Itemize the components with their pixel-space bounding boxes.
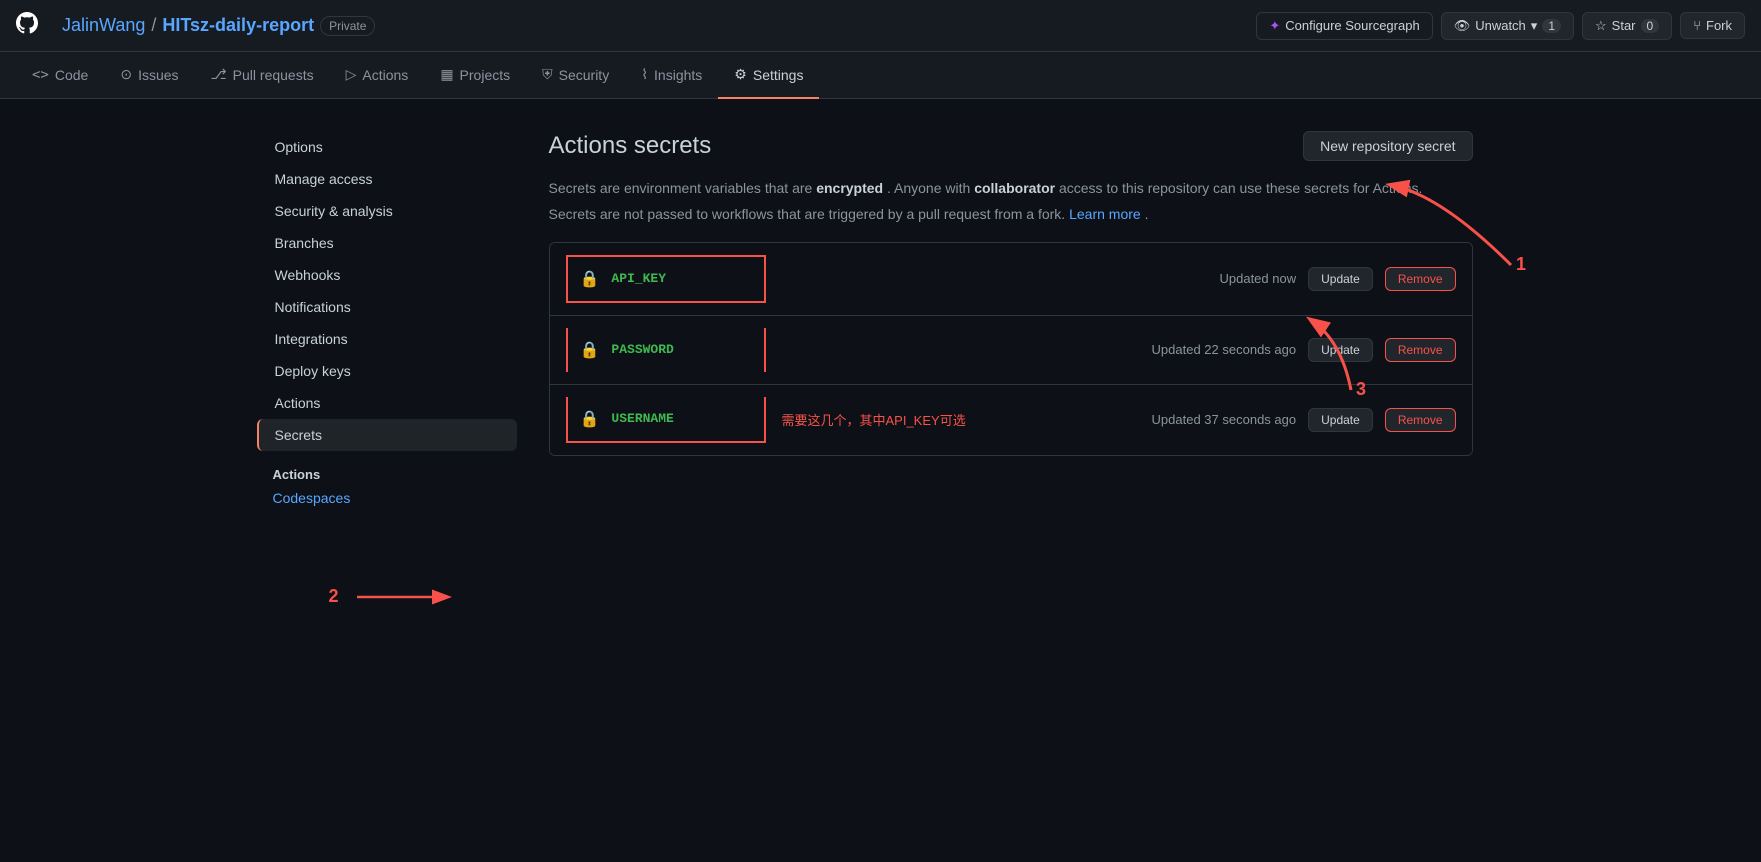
remove-password-button[interactable]: Remove xyxy=(1385,338,1456,362)
private-badge: Private xyxy=(320,16,375,36)
tab-issues[interactable]: ⊙ Issues xyxy=(104,52,194,99)
star-count: 0 xyxy=(1641,19,1660,33)
sidebar-item-actions[interactable]: Actions xyxy=(257,387,517,419)
description-line1: Secrets are environment variables that a… xyxy=(549,177,1473,199)
unwatch-button[interactable]: 👁 Unwatch ▾ 1 xyxy=(1441,12,1574,40)
repo-name[interactable]: HITsz-daily-report xyxy=(162,15,314,36)
learn-more-link[interactable]: Learn more xyxy=(1069,206,1141,222)
tab-security[interactable]: ⛨ Security xyxy=(526,52,625,99)
actions-icon: ▷ xyxy=(346,66,357,83)
topbar-actions: ✦ Configure Sourcegraph 👁 Unwatch ▾ 1 ☆ … xyxy=(1256,12,1745,40)
description-line2: Secrets are not passed to workflows that… xyxy=(549,203,1473,225)
new-repository-secret-button[interactable]: New repository secret xyxy=(1303,131,1472,161)
secret-meta-password: Updated 22 seconds ago Update Remove xyxy=(1152,338,1456,362)
unwatch-count: 1 xyxy=(1542,19,1561,33)
fork-icon: ⑂ xyxy=(1693,18,1701,33)
arrow-2-icon xyxy=(347,582,467,612)
star-icon: ☆ xyxy=(1595,18,1607,34)
page-description: Secrets are environment variables that a… xyxy=(549,177,1473,226)
sidebar-item-webhooks[interactable]: Webhooks xyxy=(257,259,517,291)
update-password-button[interactable]: Update xyxy=(1308,338,1373,362)
tab-insights[interactable]: ⌇ Insights xyxy=(625,52,718,99)
page-title-row: Actions secrets New repository secret xyxy=(549,131,1473,161)
sidebar-actions-section: Actions xyxy=(257,451,517,486)
secret-name-username: USERNAME xyxy=(611,411,731,426)
issues-icon: ⊙ xyxy=(120,66,132,83)
insights-icon: ⌇ xyxy=(641,66,648,83)
page-title-text: Actions secrets xyxy=(549,132,712,160)
sourcegraph-icon: ✦ xyxy=(1269,18,1280,34)
secret-name-api-key: API_KEY xyxy=(611,271,731,286)
remove-api-key-button[interactable]: Remove xyxy=(1385,267,1456,291)
pull-requests-icon: ⎇ xyxy=(211,66,227,83)
secret-updated-username: Updated 37 seconds ago xyxy=(1152,412,1297,427)
sidebar-codespaces-link[interactable]: Codespaces xyxy=(257,486,517,510)
secrets-section: 🔒 API_KEY Updated now Update Remove 🔒 PA… xyxy=(549,242,1473,456)
main-content: Actions secrets New repository secret Se… xyxy=(517,131,1505,510)
tab-pull-requests[interactable]: ⎇ Pull requests xyxy=(195,52,330,99)
sidebar-item-security-analysis[interactable]: Security & analysis xyxy=(257,195,517,227)
fork-button[interactable]: ⑂ Fork xyxy=(1680,12,1745,39)
secret-name-highlighted: 🔒 API_KEY xyxy=(566,255,766,303)
secrets-table: 🔒 API_KEY Updated now Update Remove 🔒 PA… xyxy=(549,242,1473,456)
nav-tabs: <> Code ⊙ Issues ⎇ Pull requests ▷ Actio… xyxy=(0,52,1761,99)
lock-icon-username: 🔒 xyxy=(580,409,600,429)
secret-meta-api-key: Updated now Update Remove xyxy=(1219,267,1455,291)
secret-updated-api-key: Updated now xyxy=(1219,271,1296,286)
code-icon: <> xyxy=(32,67,49,83)
star-button[interactable]: ☆ Star 0 xyxy=(1582,12,1672,40)
eye-icon: 👁 xyxy=(1454,18,1471,34)
lock-icon-api-key: 🔒 xyxy=(580,269,600,289)
settings-icon: ⚙ xyxy=(734,66,747,83)
topbar: JalinWang / HITsz-daily-report Private ✦… xyxy=(0,0,1761,52)
update-api-key-button[interactable]: Update xyxy=(1308,267,1373,291)
configure-sourcegraph-button[interactable]: ✦ Configure Sourcegraph xyxy=(1256,12,1432,40)
sidebar-item-options[interactable]: Options xyxy=(257,131,517,163)
unwatch-dropdown-icon: ▾ xyxy=(1531,18,1538,34)
sidebar-item-manage-access[interactable]: Manage access xyxy=(257,163,517,195)
remove-username-button[interactable]: Remove xyxy=(1385,408,1456,432)
tab-projects[interactable]: ▦ Projects xyxy=(424,52,526,99)
sidebar: Options Manage access Security & analysi… xyxy=(257,131,517,510)
security-icon: ⛨ xyxy=(542,66,553,83)
secret-row-api-key: 🔒 API_KEY Updated now Update Remove xyxy=(550,243,1472,316)
sidebar-item-integrations[interactable]: Integrations xyxy=(257,323,517,355)
svg-text:1: 1 xyxy=(1516,254,1526,274)
tab-actions[interactable]: ▷ Actions xyxy=(330,52,425,99)
secret-row-password: 🔒 PASSWORD Updated 22 seconds ago Update… xyxy=(550,316,1472,385)
secret-meta-username: Updated 37 seconds ago Update Remove xyxy=(1152,408,1456,432)
sidebar-item-branches[interactable]: Branches xyxy=(257,227,517,259)
repo-title: JalinWang / HITsz-daily-report Private xyxy=(62,15,375,36)
tab-settings[interactable]: ⚙ Settings xyxy=(718,52,819,99)
lock-icon-password: 🔒 xyxy=(580,340,600,360)
repo-owner[interactable]: JalinWang xyxy=(62,15,145,36)
secret-name-username-wrap: 🔒 USERNAME xyxy=(566,397,766,443)
page-layout: Options Manage access Security & analysi… xyxy=(241,99,1521,542)
sidebar-item-secrets[interactable]: Secrets xyxy=(257,419,517,451)
sidebar-item-deploy-keys[interactable]: Deploy keys xyxy=(257,355,517,387)
update-username-button[interactable]: Update xyxy=(1308,408,1373,432)
secret-annotation-username: 需要这几个，其中API_KEY可选 xyxy=(782,410,966,429)
sidebar-item-notifications[interactable]: Notifications xyxy=(257,291,517,323)
secret-row-username: 🔒 USERNAME 需要这几个，其中API_KEY可选 Updated 37 … xyxy=(550,385,1472,455)
secret-updated-password: Updated 22 seconds ago xyxy=(1152,342,1297,357)
tab-code[interactable]: <> Code xyxy=(16,52,104,99)
secret-name-password-wrap: 🔒 PASSWORD xyxy=(566,328,766,372)
secret-name-password: PASSWORD xyxy=(611,342,731,357)
annotation-2-arrow: 2 xyxy=(329,582,467,612)
projects-icon: ▦ xyxy=(440,66,453,83)
github-logo-icon xyxy=(16,12,38,40)
repo-separator: / xyxy=(151,15,156,36)
